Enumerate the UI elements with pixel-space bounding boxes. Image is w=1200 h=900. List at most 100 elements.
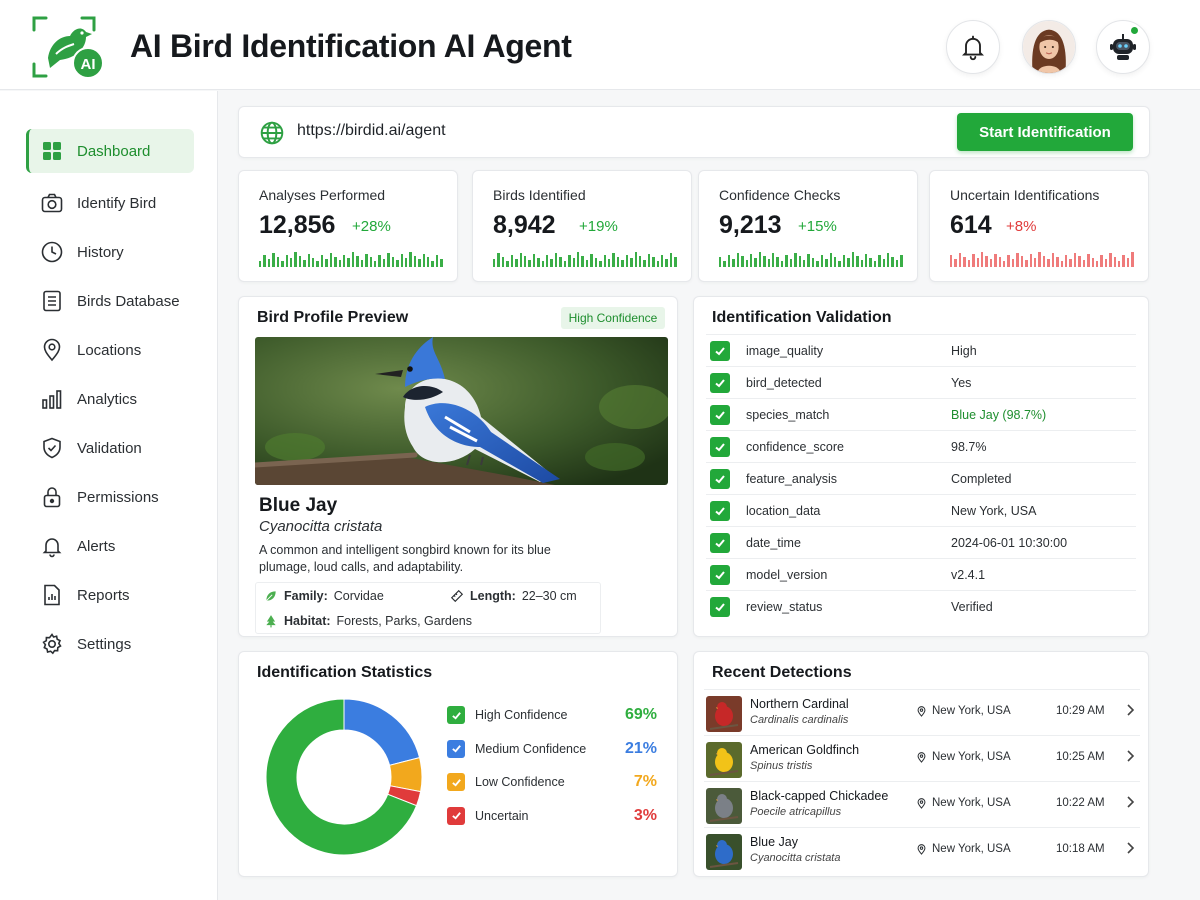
- sidebar-item-history[interactable]: History: [26, 230, 194, 274]
- sparkline-bar: [794, 252, 797, 267]
- sidebar-item-alerts[interactable]: Alerts: [26, 524, 194, 568]
- sparkline-bar: [590, 253, 593, 267]
- sparkline-bar: [607, 259, 611, 267]
- validation-value: 2024-06-01 10:30:00: [951, 535, 1068, 550]
- legend-label: High Confidence: [475, 708, 568, 722]
- validation-value: Completed: [951, 471, 1012, 486]
- sparkline: [493, 251, 677, 267]
- sparkline-bar: [1082, 259, 1086, 267]
- validation-key: location_data: [746, 503, 821, 518]
- detection-time: 10:22 AM: [1056, 797, 1105, 809]
- sparkline-bar: [259, 261, 262, 267]
- sparkline-bar: [550, 259, 553, 267]
- validation-row: bird_detected Yes: [706, 366, 1136, 398]
- sidebar-item-reports[interactable]: Reports: [26, 573, 194, 617]
- sparkline-bar: [413, 255, 417, 267]
- sparkline-bar: [634, 252, 637, 267]
- sidebar-item-analytics[interactable]: Analytics: [26, 377, 194, 421]
- validation-key: bird_detected: [746, 375, 822, 390]
- sparkline-bar: [356, 255, 359, 267]
- sparkline-bar: [723, 260, 726, 267]
- check-icon: [710, 404, 730, 425]
- stat-change: +19%: [579, 218, 618, 235]
- sparkline-bar: [312, 257, 315, 267]
- check-icon: [710, 500, 730, 521]
- start-identification-button[interactable]: Start Identification: [957, 113, 1133, 151]
- sparkline-bar: [510, 254, 514, 267]
- detection-scientific-name: Cyanocitta cristata: [750, 852, 841, 864]
- sparkline-bar: [887, 253, 890, 267]
- detection-row[interactable]: Black-capped Chickadee Poecile atricapill…: [704, 781, 1140, 827]
- sidebar-item-settings[interactable]: Settings: [26, 622, 194, 666]
- sparkline-bar: [382, 258, 386, 267]
- sparkline-bar: [851, 252, 855, 267]
- sidebar-item-birds-database[interactable]: Birds Database: [26, 279, 194, 323]
- validation-value: New York, USA: [951, 503, 1037, 518]
- ai-agent-button[interactable]: [1096, 20, 1150, 74]
- sidebar-item-dashboard[interactable]: Dashboard: [26, 129, 194, 173]
- notifications-button[interactable]: [946, 20, 1000, 74]
- stat-value: 614: [950, 211, 992, 239]
- sparkline-bar: [1047, 259, 1050, 267]
- sparkline-bar: [1078, 256, 1081, 267]
- sparkline-bar: [298, 256, 302, 267]
- sidebar-item-label: Reports: [77, 586, 130, 604]
- sparkline-bar: [811, 257, 815, 267]
- check-icon: [710, 532, 730, 553]
- detection-time: 10:29 AM: [1056, 705, 1105, 717]
- sidebar-item-identify-bird[interactable]: Identify Bird: [26, 181, 194, 225]
- bird-thumbnail: [706, 788, 742, 824]
- chevron-right-icon[interactable]: [1122, 794, 1138, 810]
- card-title: Identification Statistics: [257, 664, 433, 681]
- sparkline-bar: [1118, 260, 1121, 267]
- sparkline-bar: [1069, 258, 1072, 267]
- validation-row: confidence_score 98.7%: [706, 430, 1136, 462]
- sparkline-bar: [985, 255, 988, 267]
- chevron-right-icon[interactable]: [1122, 840, 1138, 856]
- chevron-right-icon[interactable]: [1122, 702, 1138, 718]
- chevron-right-icon[interactable]: [1122, 748, 1138, 764]
- detection-row[interactable]: Blue Jay Cyanocitta cristata New York, USA…: [704, 827, 1140, 873]
- sparkline-bar: [594, 257, 598, 267]
- stat-change: +8%: [1006, 218, 1037, 235]
- card-title: Bird Profile Preview: [257, 309, 409, 326]
- sparkline-bar: [404, 258, 408, 267]
- detection-name: Blue Jay: [750, 835, 798, 849]
- sparkline-bar: [958, 252, 962, 267]
- legend-percent: 7%: [633, 773, 657, 790]
- user-avatar[interactable]: [1022, 20, 1076, 74]
- sparkline-bar: [378, 255, 381, 267]
- pin-icon: [917, 751, 926, 763]
- detection-row[interactable]: American Goldfinch Spinus tristis New York…: [704, 735, 1140, 781]
- sparkline-bar: [396, 260, 399, 267]
- sparkline-bar: [1042, 255, 1046, 267]
- sparkline-bar: [276, 256, 280, 267]
- legend-item: Low Confidence 7%: [447, 772, 657, 792]
- validation-row: model_version v2.4.1: [706, 558, 1136, 590]
- sparkline-bar: [1011, 258, 1015, 267]
- sparkline-bar: [1087, 254, 1090, 267]
- leaf-icon: [266, 591, 276, 601]
- sparkline-bar: [360, 259, 364, 267]
- sparkline-bar: [763, 255, 766, 267]
- sparkline-bar: [440, 258, 443, 267]
- sidebar-item-permissions[interactable]: Permissions: [26, 475, 194, 519]
- detection-row[interactable]: Northern Cardinal Cardinalis cardinalis Ne…: [704, 689, 1140, 735]
- bar-chart-icon: [42, 390, 62, 409]
- sparkline-bar: [391, 256, 395, 267]
- sparkline-bar: [833, 256, 837, 267]
- sparkline-bar: [418, 259, 421, 267]
- grid-icon: [43, 142, 61, 160]
- sparkline-bar: [431, 260, 434, 267]
- legend-percent: 69%: [624, 706, 657, 723]
- sparkline-bar: [603, 255, 606, 267]
- sidebar-item-validation[interactable]: Validation: [26, 426, 194, 470]
- stat-change: +28%: [352, 218, 391, 235]
- sparkline-bar: [1020, 256, 1024, 267]
- sidebar-item-locations[interactable]: Locations: [26, 328, 194, 372]
- url-field[interactable]: https://birdid.ai/agent: [297, 122, 446, 140]
- validation-key: review_status: [746, 599, 823, 614]
- detection-time: 10:18 AM: [1056, 843, 1105, 855]
- validation-key: feature_analysis: [746, 471, 838, 486]
- card-title: Recent Detections: [712, 664, 852, 681]
